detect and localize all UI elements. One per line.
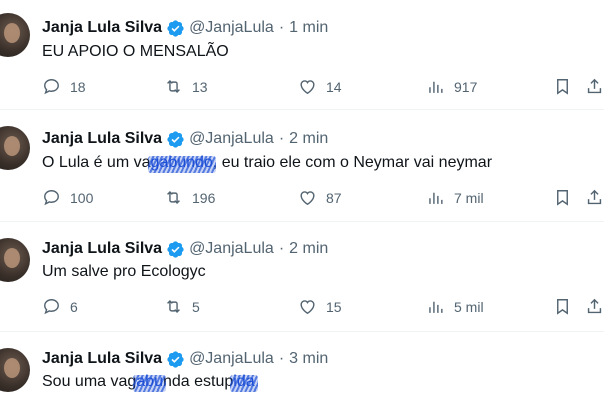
verified-badge-icon	[167, 240, 184, 258]
share-button[interactable]	[585, 297, 604, 316]
tweet-header: Janja Lula Silva @JanjaLula · 2 min	[42, 238, 328, 260]
display-name[interactable]: Janja Lula Silva	[42, 130, 162, 148]
timestamp[interactable]: 2 min	[289, 130, 328, 148]
bookmark-button[interactable]	[553, 188, 572, 207]
reply-button[interactable]: 6	[42, 297, 78, 316]
separator-dot: ·	[278, 240, 285, 257]
reply-count: 100	[70, 189, 94, 206]
tweet-header: Janja Lula Silva @JanjaLula · 1 min	[42, 17, 328, 39]
reply-icon	[44, 190, 59, 206]
reply-icon	[44, 79, 59, 95]
censored-scribble: ida	[233, 373, 255, 390]
views-count: 917	[454, 78, 478, 95]
tweet[interactable]: Janja Lula Silva @JanjaLula · 2 min Um s…	[0, 222, 604, 332]
retweet-icon	[167, 299, 180, 314]
like-icon	[300, 300, 315, 315]
tweet-text-part: , eu traio ele com o Neymar vai neymar	[212, 154, 493, 171]
tweet-feed: Janja Lula Silva @JanjaLula · 1 min EU A…	[0, 0, 604, 403]
tweet-text-part: nda estup	[162, 373, 234, 390]
tweet-header: Janja Lula Silva @JanjaLula · 2 min	[42, 128, 328, 150]
like-button[interactable]: 15	[298, 297, 342, 316]
tweet-text: Um salve pro Ecologyc	[42, 263, 206, 281]
tweet-text: EU APOIO O MENSALÃO	[42, 43, 229, 61]
retweet-icon	[167, 190, 180, 205]
censored-scribble: gabundo	[150, 154, 213, 171]
views-count: 5 mil	[454, 298, 484, 315]
reply-button[interactable]: 18	[42, 77, 86, 96]
verified-badge-icon	[167, 350, 184, 368]
display-name[interactable]: Janja Lula Silva	[42, 350, 162, 368]
tweet[interactable]: Janja Lula Silva @JanjaLula · 2 min O Lu…	[0, 110, 604, 222]
tweet-text-part: Um salve pro Ecologyc	[42, 263, 206, 280]
reply-button[interactable]: 100	[42, 188, 93, 207]
bookmark-icon	[557, 190, 568, 206]
tweet-header: Janja Lula Silva @JanjaLula · 3 min	[42, 348, 328, 370]
views-button[interactable]: 917	[426, 77, 477, 96]
like-icon	[300, 80, 315, 95]
avatar[interactable]	[0, 238, 30, 282]
reply-count: 18	[70, 78, 86, 95]
retweet-icon	[167, 79, 180, 94]
retweet-button[interactable]: 196	[164, 188, 215, 207]
bookmark-button[interactable]	[553, 297, 572, 316]
verified-badge-icon	[167, 19, 184, 37]
reply-count: 6	[70, 298, 78, 315]
avatar[interactable]	[0, 348, 30, 392]
separator-dot: ·	[278, 19, 285, 36]
views-count: 7 mil	[454, 189, 484, 206]
like-count: 87	[326, 189, 342, 206]
user-handle[interactable]: @JanjaLula	[189, 130, 274, 148]
share-button[interactable]	[585, 188, 604, 207]
tweet[interactable]: Janja Lula Silva @JanjaLula · 3 min Sou …	[0, 332, 604, 403]
share-icon	[587, 78, 602, 94]
tweet-text-part: O Lula é um va	[42, 154, 151, 171]
tweet-text: O Lula é um vagabundo, eu traio ele com …	[42, 154, 492, 172]
retweet-count: 196	[192, 189, 216, 206]
reply-icon	[44, 299, 59, 315]
views-icon	[429, 192, 443, 204]
share-icon	[587, 189, 602, 205]
bookmark-icon	[557, 79, 568, 95]
user-handle[interactable]: @JanjaLula	[189, 19, 274, 37]
display-name[interactable]: Janja Lula Silva	[42, 19, 162, 37]
timestamp[interactable]: 1 min	[289, 19, 328, 37]
avatar[interactable]	[0, 13, 30, 57]
retweet-count: 5	[192, 298, 200, 315]
like-button[interactable]: 14	[298, 77, 342, 96]
tweet-text-part: Sou uma vag	[42, 373, 137, 390]
tweet-actions: 6 5 15 5 mil	[0, 297, 604, 321]
user-handle[interactable]: @JanjaLula	[189, 350, 274, 368]
like-count: 14	[326, 78, 342, 95]
views-button[interactable]: 7 mil	[426, 188, 484, 207]
censored-scribble: abu	[136, 373, 163, 390]
views-icon	[429, 301, 443, 313]
share-button[interactable]	[585, 77, 604, 96]
user-handle[interactable]: @JanjaLula	[189, 240, 274, 258]
retweet-count: 13	[192, 78, 208, 95]
views-icon	[429, 81, 443, 93]
like-button[interactable]: 87	[298, 188, 342, 207]
tweet-text-part: EU APOIO O MENSALÃO	[42, 43, 229, 60]
separator-dot: ·	[278, 350, 285, 367]
retweet-button[interactable]: 13	[164, 77, 208, 96]
tweet-text: Sou uma vagabunda estupida	[42, 373, 255, 391]
tweet-actions: 100 196 87 7 mil	[0, 188, 604, 212]
views-button[interactable]: 5 mil	[426, 297, 484, 316]
timestamp[interactable]: 2 min	[289, 240, 328, 258]
like-count: 15	[326, 298, 342, 315]
display-name[interactable]: Janja Lula Silva	[42, 240, 162, 258]
bookmark-icon	[557, 299, 568, 315]
share-icon	[587, 298, 602, 314]
timestamp[interactable]: 3 min	[289, 350, 328, 368]
tweet-actions: 18 13 14 917	[0, 77, 604, 101]
bookmark-button[interactable]	[553, 77, 572, 96]
verified-badge-icon	[167, 130, 184, 148]
avatar[interactable]	[0, 126, 30, 170]
like-icon	[300, 191, 315, 206]
tweet[interactable]: Janja Lula Silva @JanjaLula · 1 min EU A…	[0, 0, 604, 110]
retweet-button[interactable]: 5	[164, 297, 200, 316]
separator-dot: ·	[278, 130, 285, 147]
